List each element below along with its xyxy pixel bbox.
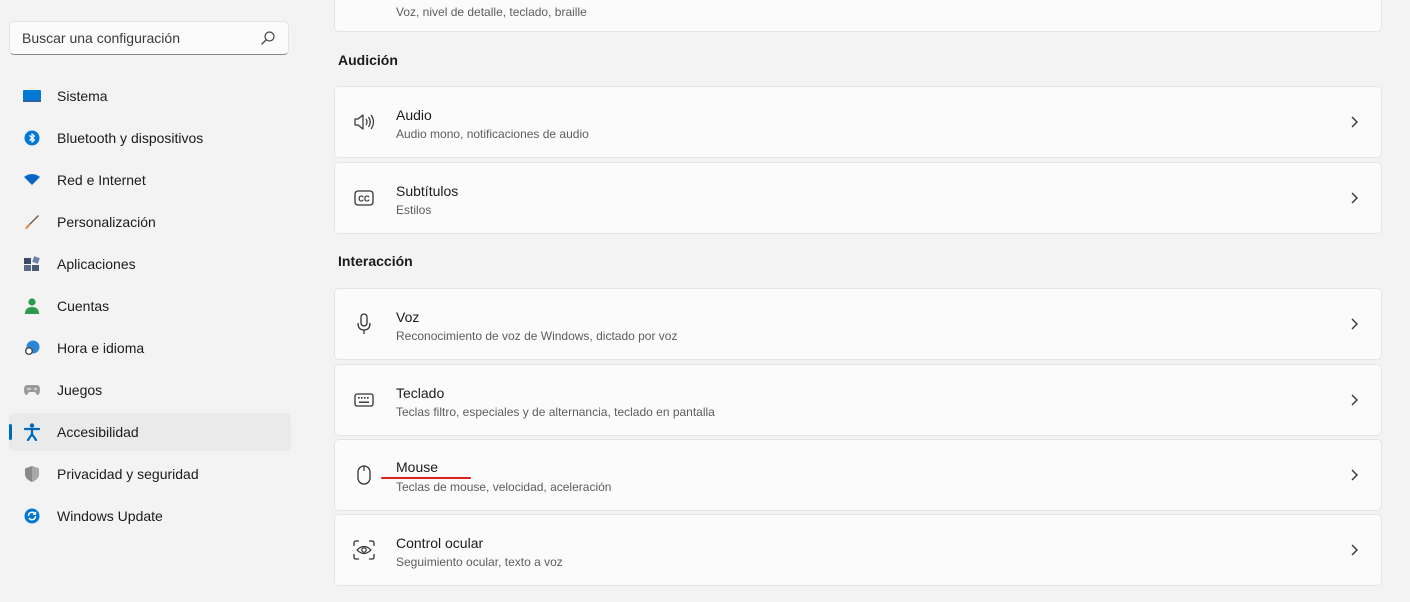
card-subtitle: Teclas filtro, especiales y de alternanc… xyxy=(396,405,715,419)
chevron-right-icon xyxy=(1351,318,1358,330)
mouse-card[interactable]: Mouse Teclas de mouse, velocidad, aceler… xyxy=(334,439,1382,511)
eye-control-icon xyxy=(353,539,375,561)
svg-text:CC: CC xyxy=(358,195,370,204)
chevron-right-icon xyxy=(1351,116,1358,128)
mouse-icon xyxy=(353,464,375,486)
gamepad-icon xyxy=(23,381,41,399)
apps-icon xyxy=(23,255,41,273)
bluetooth-icon xyxy=(23,129,41,147)
speaker-icon xyxy=(353,111,375,133)
card-subtitle: Reconocimiento de voz de Windows, dictad… xyxy=(396,329,678,343)
wifi-icon xyxy=(23,171,41,189)
sidebar-item-privacidad[interactable]: Privacidad y seguridad xyxy=(9,455,291,493)
eye-control-card[interactable]: Control ocular Seguimiento ocular, texto… xyxy=(334,514,1382,586)
section-title-interaccion: Interacción xyxy=(338,253,413,269)
active-indicator xyxy=(9,424,12,440)
voice-card[interactable]: Voz Reconocimiento de voz de Windows, di… xyxy=(334,288,1382,360)
brush-icon xyxy=(23,213,41,231)
sidebar-item-label: Juegos xyxy=(57,382,103,398)
keyboard-icon xyxy=(353,389,375,411)
card-title: Voz xyxy=(396,309,420,325)
card-subtitle: Audio mono, notificaciones de audio xyxy=(396,127,589,141)
sidebar-item-hora[interactable]: Hora e idioma xyxy=(9,329,291,367)
microphone-icon xyxy=(353,313,375,335)
sidebar-item-bluetooth[interactable]: Bluetooth y dispositivos xyxy=(9,119,291,157)
card-title: Audio xyxy=(396,107,432,123)
sidebar-item-label: Privacidad y seguridad xyxy=(57,466,199,482)
search-box[interactable]: Buscar una configuración xyxy=(9,21,289,55)
account-icon xyxy=(23,297,41,315)
sidebar-item-label: Hora e idioma xyxy=(57,340,145,356)
card-title: Control ocular xyxy=(396,535,484,551)
sidebar-item-label: Red e Internet xyxy=(57,172,146,188)
audio-card[interactable]: Audio Audio mono, notificaciones de audi… xyxy=(334,86,1382,158)
update-icon xyxy=(23,507,41,525)
sidebar-item-label: Windows Update xyxy=(57,508,163,524)
globe-clock-icon xyxy=(23,339,41,357)
system-icon xyxy=(23,87,41,105)
card-title: Subtítulos xyxy=(396,183,459,199)
card-title: Teclado xyxy=(396,385,445,401)
sidebar-item-label: Bluetooth y dispositivos xyxy=(57,130,204,146)
sidebar-item-label: Personalización xyxy=(57,214,156,230)
card-subtitle: Teclas de mouse, velocidad, aceleración xyxy=(396,480,612,494)
shield-icon xyxy=(23,465,41,483)
sidebar-nav: Sistema Bluetooth y dispositivos Red e I… xyxy=(9,77,291,539)
sidebar-item-label: Cuentas xyxy=(57,298,110,314)
search-input[interactable]: Buscar una configuración xyxy=(22,30,180,46)
keyboard-card[interactable]: Teclado Teclas filtro, especiales y de a… xyxy=(334,364,1382,436)
sidebar-item-juegos[interactable]: Juegos xyxy=(9,371,291,409)
sidebar-item-red[interactable]: Red e Internet xyxy=(9,161,291,199)
sidebar-item-windows-update[interactable]: Windows Update xyxy=(9,497,291,535)
sidebar-item-label: Sistema xyxy=(57,88,108,104)
annotation-underline xyxy=(381,477,471,479)
sidebar-item-cuentas[interactable]: Cuentas xyxy=(9,287,291,325)
card-subtitle: Seguimiento ocular, texto a voz xyxy=(396,555,563,569)
sidebar: Buscar una configuración Sistema Bluetoo… xyxy=(0,0,300,602)
subtitles-card[interactable]: CC Subtítulos Estilos xyxy=(334,162,1382,234)
chevron-right-icon xyxy=(1351,192,1358,204)
card-title: Mouse xyxy=(396,459,439,475)
accessibility-icon xyxy=(23,423,41,441)
chevron-right-icon xyxy=(1351,469,1358,481)
sidebar-item-accesibilidad[interactable]: Accesibilidad xyxy=(9,413,291,451)
top-card-partial[interactable]: Voz, nivel de detalle, teclado, braille xyxy=(334,0,1382,32)
search-icon[interactable] xyxy=(260,30,276,46)
chevron-right-icon xyxy=(1351,394,1358,406)
card-subtitle: Estilos xyxy=(396,203,432,217)
chevron-right-icon xyxy=(1351,544,1358,556)
card-subtitle: Voz, nivel de detalle, teclado, braille xyxy=(396,5,587,19)
sidebar-item-sistema[interactable]: Sistema xyxy=(9,77,291,115)
sidebar-item-label: Aplicaciones xyxy=(57,256,136,272)
sidebar-item-label: Accesibilidad xyxy=(57,424,139,440)
closed-captions-icon: CC xyxy=(353,187,375,209)
section-title-audicion: Audición xyxy=(338,52,398,68)
sidebar-item-aplicaciones[interactable]: Aplicaciones xyxy=(9,245,291,283)
sidebar-item-personalizacion[interactable]: Personalización xyxy=(9,203,291,241)
